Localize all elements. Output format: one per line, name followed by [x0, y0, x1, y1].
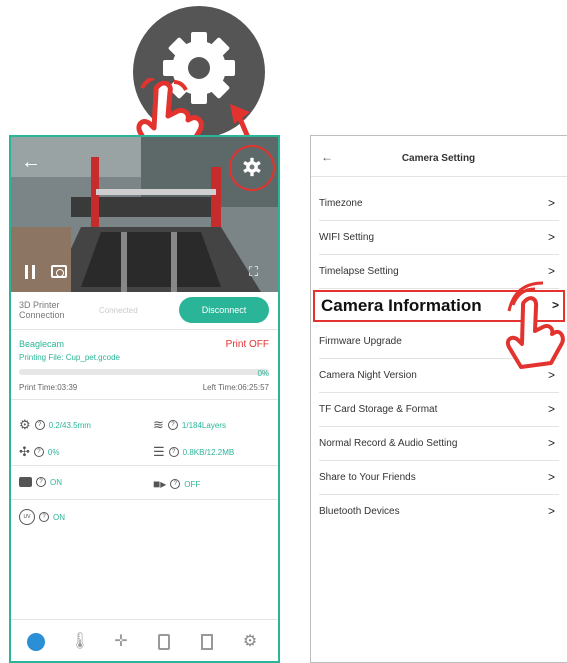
chevron-right-icon: >	[547, 402, 555, 416]
setting-row-wifi[interactable]: WIFI Setting >	[319, 221, 559, 255]
thermometer-icon[interactable]: 🌡	[69, 631, 91, 653]
camera-name: Beaglecam	[19, 339, 65, 349]
print-time: Print Time:03:39	[19, 383, 78, 392]
divider	[11, 499, 278, 500]
setting-label: WIFI Setting	[319, 232, 375, 243]
help-icon[interactable]: ?	[167, 420, 178, 430]
printing-file-value: Cup_pet.gcode	[65, 353, 120, 362]
document-icon[interactable]	[196, 631, 218, 653]
printer-connection-label: 3D Printer Connection	[19, 300, 65, 320]
setting-label: Camera Information	[321, 296, 482, 315]
setting-label: Timelapse Setting	[319, 266, 399, 277]
setting-label: Bluetooth Devices	[319, 506, 400, 517]
chevron-right-icon: >	[547, 470, 555, 484]
printing-file-label: Printing File:	[19, 353, 64, 362]
chevron-right-icon: >	[547, 264, 555, 278]
setting-label: Timezone	[319, 198, 363, 209]
chevron-right-icon: >	[547, 436, 555, 450]
layers-icon: ≋	[153, 417, 164, 432]
help-icon[interactable]: ?	[170, 479, 181, 489]
video-record-icon: ■▸	[153, 477, 167, 491]
setting-row-tf-card[interactable]: TF Card Storage & Format >	[319, 393, 559, 427]
record-state-value[interactable]: OFF	[184, 480, 200, 489]
move-axis-icon[interactable]: ✛	[110, 631, 132, 653]
help-icon[interactable]: ?	[36, 477, 46, 487]
pause-icon[interactable]	[25, 265, 37, 279]
settings-gear-button[interactable]	[229, 145, 275, 191]
settings-icon[interactable]: ⚙	[239, 631, 261, 653]
z-height-value: 0.2/43.5mm	[48, 420, 91, 430]
camera-feed: ← ⛶	[11, 137, 278, 292]
printer-status-screen: ← ⛶ 3D Printer Connection Connected Disc…	[9, 135, 280, 663]
left-time: Left Time:06:25:57	[202, 383, 269, 392]
chevron-right-icon: >	[547, 196, 555, 210]
fan-value: 0%	[47, 447, 60, 457]
fan-stat: ✣ ? 0%	[19, 444, 59, 460]
setting-row-timezone[interactable]: Timezone >	[319, 187, 559, 221]
divider	[11, 329, 278, 330]
fan-icon: ✣	[19, 444, 30, 459]
chevron-right-icon: >	[547, 230, 555, 244]
uv-state-value[interactable]: ON	[53, 513, 65, 522]
help-icon[interactable]: ?	[39, 512, 49, 522]
setting-label: Normal Record & Audio Setting	[319, 438, 458, 449]
setting-row-share[interactable]: Share to Your Friends >	[319, 461, 559, 495]
page-title: Camera Setting	[401, 153, 476, 164]
help-icon[interactable]: ?	[34, 420, 45, 430]
uv-light-icon: UV	[19, 509, 35, 525]
setting-label: TF Card Storage & Format	[319, 404, 438, 415]
z-height-stat: ⚙ ? 0.2/43.5mm	[19, 417, 91, 433]
layers-value: 1/184Layers	[181, 420, 226, 430]
uv-toggle-stat: UV ? ON	[19, 509, 65, 525]
print-state: Print OFF	[225, 339, 269, 350]
connection-status: Connected	[99, 306, 138, 315]
setting-row-record-audio[interactable]: Normal Record & Audio Setting >	[319, 427, 559, 461]
printing-file: Printing File: Cup_pet.gcode	[19, 353, 120, 362]
divider	[11, 465, 278, 466]
bottom-nav	[11, 619, 278, 661]
back-arrow-icon[interactable]: ←	[21, 151, 41, 174]
progress-track	[19, 369, 269, 375]
snapshot-icon[interactable]	[51, 265, 67, 278]
nozzle-icon: ⚙	[19, 417, 31, 432]
files-icon[interactable]	[153, 631, 175, 653]
setting-label: Firmware Upgrade	[319, 336, 402, 347]
layers-stat: ≋ ? 1/184Layers	[153, 417, 226, 433]
dashboard-icon[interactable]	[25, 631, 47, 653]
fullscreen-icon[interactable]: ⛶	[249, 264, 258, 280]
progress-text: 0%	[257, 369, 269, 378]
divider	[11, 399, 278, 400]
storage-icon: ☰	[153, 444, 165, 459]
tap-hand-icon	[506, 281, 565, 369]
settings-gear-icon	[243, 157, 261, 177]
camera-setting-screen: ← Camera Setting Timezone > WIFI Setting >…	[310, 135, 567, 663]
header-divider	[311, 176, 567, 177]
camera-state-value[interactable]: ON	[50, 478, 62, 487]
setting-row-bluetooth[interactable]: Bluetooth Devices >	[319, 495, 559, 528]
help-icon[interactable]: ?	[168, 447, 179, 457]
chevron-right-icon: >	[547, 504, 555, 518]
camera-icon	[19, 477, 32, 487]
record-toggle-stat: ■▸ ? OFF	[153, 477, 200, 491]
disconnect-button[interactable]: Disconnect	[179, 297, 269, 323]
setting-label: Share to Your Friends	[319, 472, 416, 483]
help-icon[interactable]: ?	[33, 447, 44, 457]
setting-label: Camera Night Version	[319, 370, 417, 381]
storage-stat: ☰ ? 0.8KB/12.2MB	[153, 444, 234, 460]
camera-toggle-stat: ? ON	[19, 477, 62, 487]
storage-value: 0.8KB/12.2MB	[182, 447, 235, 457]
